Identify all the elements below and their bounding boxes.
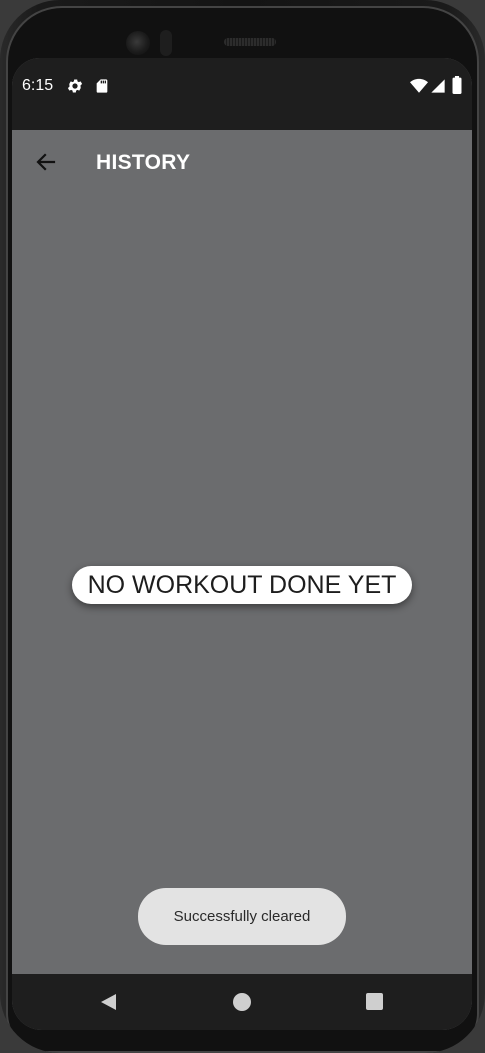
- arrow-left-icon: [36, 153, 56, 171]
- app-screen: 6:15 HISTORY NO WORKOUT DONE YET Success…: [12, 58, 472, 1030]
- status-bar: 6:15: [12, 58, 472, 130]
- toast-message: Successfully cleared: [138, 888, 346, 945]
- sd-card-icon: [96, 79, 108, 93]
- proximity-sensor: [160, 30, 172, 56]
- navigation-bar: [12, 974, 472, 1030]
- phone-device: 6:15 HISTORY NO WORKOUT DONE YET Success…: [0, 0, 485, 1053]
- nav-recents-icon[interactable]: [366, 993, 383, 1010]
- battery-icon: [452, 76, 462, 94]
- empty-state-message: NO WORKOUT DONE YET: [72, 566, 412, 604]
- nav-home-icon[interactable]: [233, 993, 251, 1011]
- wifi-icon: [410, 78, 428, 93]
- nav-back-icon[interactable]: [98, 992, 118, 1012]
- app-toolbar: HISTORY: [12, 130, 472, 196]
- page-title: HISTORY: [96, 151, 191, 174]
- back-button[interactable]: [28, 144, 64, 180]
- status-time: 6:15: [22, 77, 54, 94]
- front-camera: [126, 31, 150, 55]
- cell-signal-icon: [431, 79, 445, 93]
- gear-icon: [67, 79, 83, 93]
- earpiece-speaker: [224, 38, 276, 46]
